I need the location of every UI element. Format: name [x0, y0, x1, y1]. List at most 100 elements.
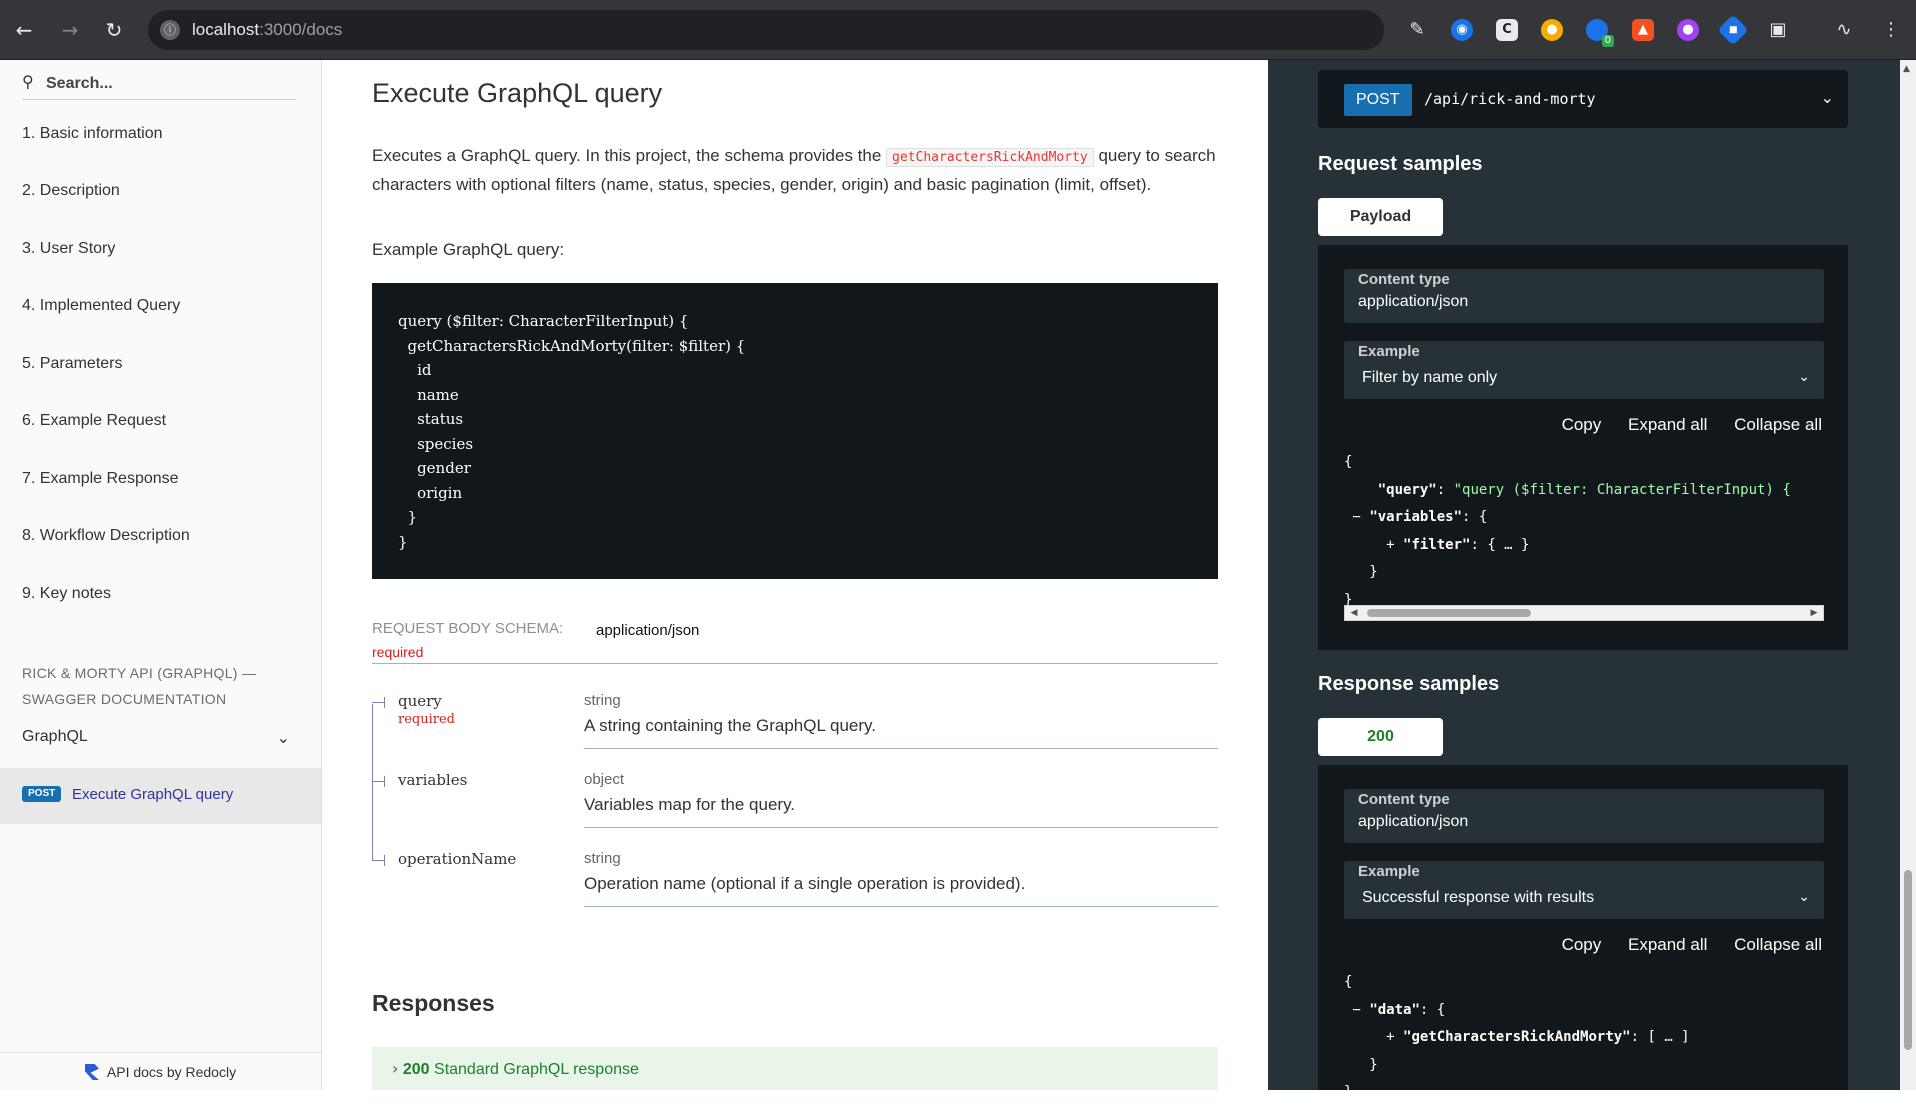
scroll-left-icon[interactable]: ◀: [1347, 606, 1361, 620]
divider: [584, 906, 1218, 907]
eyedropper-icon[interactable]: ✎: [1406, 19, 1428, 41]
sidebar-item-key-notes[interactable]: 9. Key notes: [22, 585, 111, 603]
chevron-down-icon: ⌄: [276, 728, 290, 747]
tree-line: [372, 704, 388, 771]
endpoint-path: /api/rick-and-morty: [1424, 90, 1596, 108]
scroll-thumb[interactable]: [1367, 609, 1531, 617]
response-json: { − "data": { + "getCharactersRickAndMor…: [1344, 974, 1690, 1100]
address-bar[interactable]: ⓘ localhost:3000/docs: [148, 10, 1384, 50]
sidebar-item-execute-graphql-query[interactable]: POST Execute GraphQL query: [0, 768, 321, 824]
example-label: Example GraphQL query:: [372, 240, 565, 259]
horizontal-scrollbar[interactable]: ◀ ▶: [1344, 605, 1824, 621]
sidebar-section-title: RICK & MORTY API (GRAPHQL) — SWAGGER DOC…: [22, 665, 257, 707]
request-example-select[interactable]: Example Filter by name only ⌄: [1344, 341, 1824, 399]
main-content: Execute GraphQL query Executes a GraphQL…: [322, 60, 1268, 1090]
sidebar-item-example-response[interactable]: 7. Example Response: [22, 470, 179, 488]
collapse-all-button[interactable]: Collapse all: [1734, 415, 1822, 434]
request-content-type: Content type application/json: [1344, 269, 1824, 323]
content-type-value: application/json: [1358, 813, 1469, 830]
copy-button[interactable]: Copy: [1562, 415, 1602, 434]
example-label: Example: [1358, 863, 1420, 880]
extensions-puzzle-icon[interactable]: ▣: [1767, 19, 1789, 41]
graphql-code-block: query ($filter: CharacterFilterInput) { …: [372, 283, 1218, 579]
operation-description: Executes a GraphQL query. In this projec…: [372, 146, 1216, 194]
response-example-select[interactable]: Example Successful response with results…: [1344, 861, 1824, 919]
back-icon[interactable]: ←: [10, 16, 38, 44]
tree-tick-v: [384, 776, 385, 787]
sidebar-item-parameters[interactable]: 5. Parameters: [22, 355, 122, 373]
request-actions: Copy Expand all Collapse all: [1540, 415, 1822, 435]
responses-title: Responses: [372, 990, 495, 1016]
chevron-right-icon: ›: [392, 1059, 399, 1078]
extension-icon[interactable]: C: [1496, 19, 1518, 41]
copy-button[interactable]: Copy: [1562, 935, 1602, 954]
search-input[interactable]: [46, 72, 296, 96]
extension-badge: 0: [1601, 35, 1614, 47]
response-code: 200: [402, 1061, 430, 1078]
content-type-label: Content type: [1358, 791, 1450, 808]
sidebar-item-description[interactable]: 2. Description: [22, 182, 120, 200]
scroll-right-icon[interactable]: ▶: [1807, 606, 1821, 620]
tag-extension-icon[interactable]: ◆: [1717, 14, 1749, 46]
request-json: { "query": "query ($filter: CharacterFil…: [1344, 454, 1791, 608]
powered-by-redocly[interactable]: API docs by Redocly: [0, 1052, 321, 1090]
sidebar-item-implemented-query[interactable]: 4. Implemented Query: [22, 297, 180, 315]
sidebar-item-basic-information[interactable]: 1. Basic information: [22, 125, 163, 143]
content-type-label: Content type: [1358, 271, 1450, 288]
example-label: Example: [1358, 343, 1420, 360]
property-variables: variables object Variables map for the q…: [372, 771, 1218, 850]
inline-code: getCharactersRickAndMorty: [886, 148, 1094, 167]
collapse-all-button[interactable]: Collapse all: [1734, 935, 1822, 954]
scroll-up-icon[interactable]: ▲: [1903, 64, 1910, 74]
page-scrollbar[interactable]: ▲: [1900, 60, 1916, 1090]
tab-200[interactable]: 200: [1318, 718, 1443, 756]
duck-extension-icon[interactable]: ●: [1541, 19, 1563, 41]
property-description: A string containing the GraphQL query.: [584, 716, 877, 735]
reload-icon[interactable]: ↻: [100, 16, 128, 44]
sidebar-group-graphql[interactable]: GraphQL ⌄: [22, 728, 296, 754]
content-type-value: application/json: [1358, 293, 1469, 310]
example-value: Successful response with results: [1362, 889, 1595, 906]
purple-extension-icon[interactable]: ●: [1677, 19, 1699, 41]
tree-tick: [372, 860, 384, 861]
schema-content-type: application/json: [596, 622, 700, 639]
chevron-down-icon: ⌄: [1798, 889, 1810, 905]
property-type: string: [584, 692, 621, 709]
chevron-down-icon: ⌄: [1798, 369, 1810, 385]
site-info-icon[interactable]: ⓘ: [160, 20, 180, 40]
endpoint-selector[interactable]: POST /api/rick-and-morty ⌄: [1318, 70, 1848, 128]
powered-by-text: API docs by Redocly: [106, 1064, 237, 1080]
page-title: Execute GraphQL query: [372, 78, 663, 108]
menu-icon[interactable]: ⋮: [1880, 19, 1902, 41]
page-scroll-thumb[interactable]: [1904, 870, 1912, 1050]
property-query: query required string A string containin…: [372, 692, 1218, 771]
response-content-type: Content type application/json: [1344, 789, 1824, 843]
sidebar-item-user-story[interactable]: 3. User Story: [22, 240, 115, 258]
sidebar-op-label: Execute GraphQL query: [72, 786, 234, 803]
performance-icon[interactable]: ∿: [1833, 19, 1855, 41]
property-required: required: [398, 712, 455, 727]
fox-extension-icon[interactable]: ▲: [1632, 19, 1654, 41]
forward-icon[interactable]: →: [56, 16, 84, 44]
sidebar-item-example-request[interactable]: 6. Example Request: [22, 412, 166, 430]
url-text[interactable]: localhost:3000/docs: [192, 20, 342, 40]
property-operation-name: operationName string Operation name (opt…: [372, 850, 1218, 929]
eye-extension-icon[interactable]: ◉: [1451, 19, 1473, 41]
tree-tick-v: [384, 697, 385, 708]
search-icon: ⚲: [22, 72, 34, 91]
response-200-toggle[interactable]: › 200 Standard GraphQL response: [372, 1047, 1218, 1090]
tab-payload[interactable]: Payload: [1318, 198, 1443, 236]
sidebar-item-workflow-description[interactable]: 8. Workflow Description: [22, 527, 190, 545]
browser-toolbar: ← → ↻ ⓘ localhost:3000/docs ✎ ◉ C ● 0 ▲ …: [0, 0, 1916, 60]
schema-required: required: [372, 644, 424, 660]
expand-all-button[interactable]: Expand all: [1628, 935, 1707, 954]
property-description: Operation name (optional if a single ope…: [584, 874, 1026, 893]
expand-all-button[interactable]: Expand all: [1628, 415, 1707, 434]
graphql-code: query ($filter: CharacterFilterInput) { …: [398, 312, 746, 551]
property-type: string: [584, 850, 621, 867]
request-body-schema: Request Body schema: application/json re…: [372, 618, 1218, 664]
property-name: query: [398, 692, 442, 710]
redocly-logo-icon: [84, 1064, 99, 1080]
tree-tick-v: [384, 855, 385, 866]
badge-extension-icon[interactable]: 0: [1586, 19, 1614, 47]
